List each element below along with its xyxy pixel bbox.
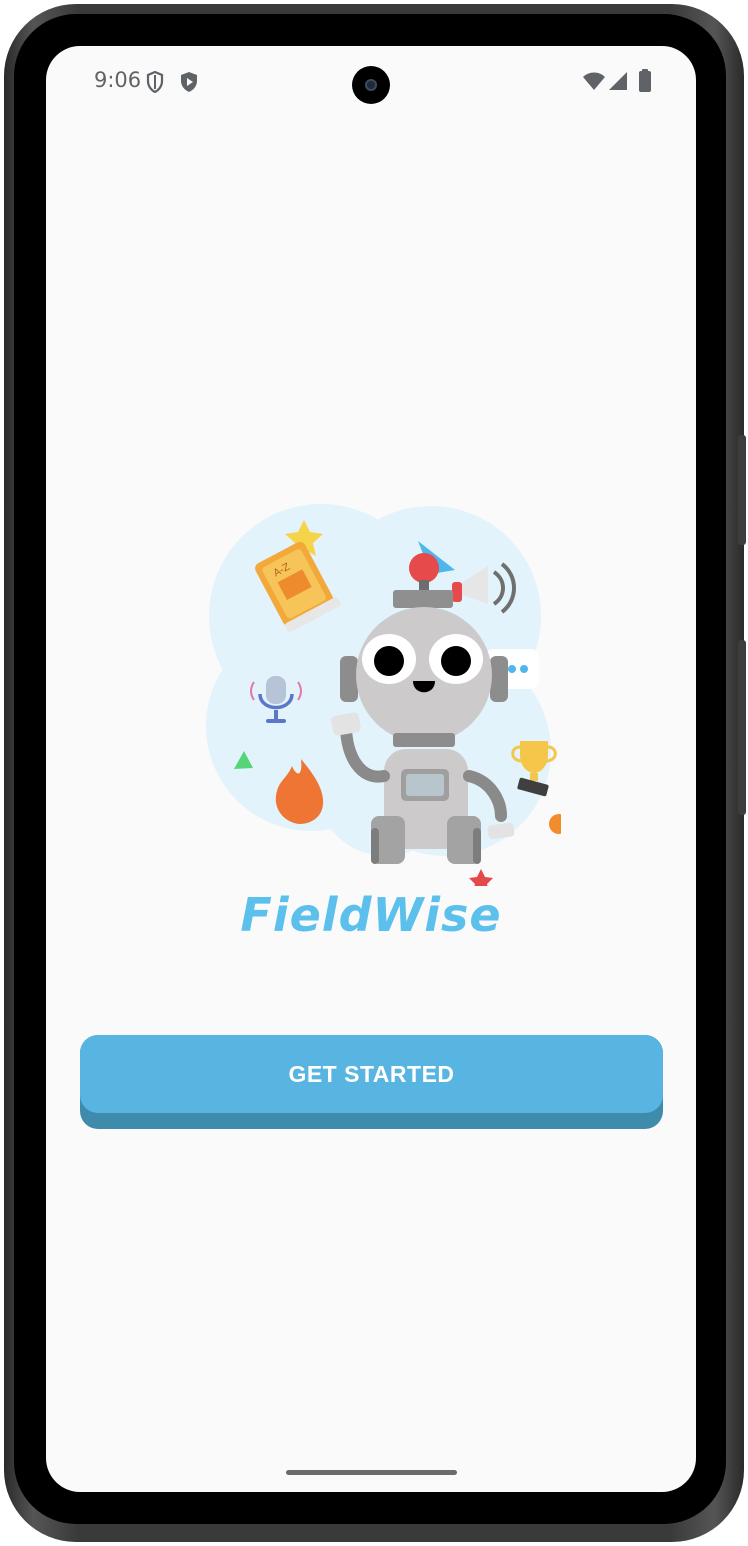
home-indicator[interactable]	[286, 1470, 457, 1475]
cellular-signal-icon	[609, 72, 627, 90]
status-bar: 9:06	[46, 46, 696, 118]
shield-icon	[146, 71, 164, 93]
get-started-button-face[interactable]: GET STARTED	[80, 1035, 663, 1113]
get-started-button[interactable]: GET STARTED	[80, 1035, 663, 1129]
small-star-icon	[469, 869, 493, 886]
power-button	[738, 435, 746, 545]
app-screen: 9:06 A-Z FieldWise GET STARTED	[46, 46, 696, 1492]
status-time: 9:06	[94, 68, 142, 92]
orange-dot	[549, 814, 561, 834]
robot-illustration: A-Z	[206, 504, 561, 886]
volume-button	[738, 640, 746, 815]
wifi-icon	[583, 72, 605, 90]
front-camera	[352, 66, 390, 104]
app-title: FieldWise	[240, 888, 502, 942]
get-started-label: GET STARTED	[288, 1060, 455, 1087]
battery-icon	[639, 69, 651, 92]
play-protect-icon	[181, 72, 197, 92]
